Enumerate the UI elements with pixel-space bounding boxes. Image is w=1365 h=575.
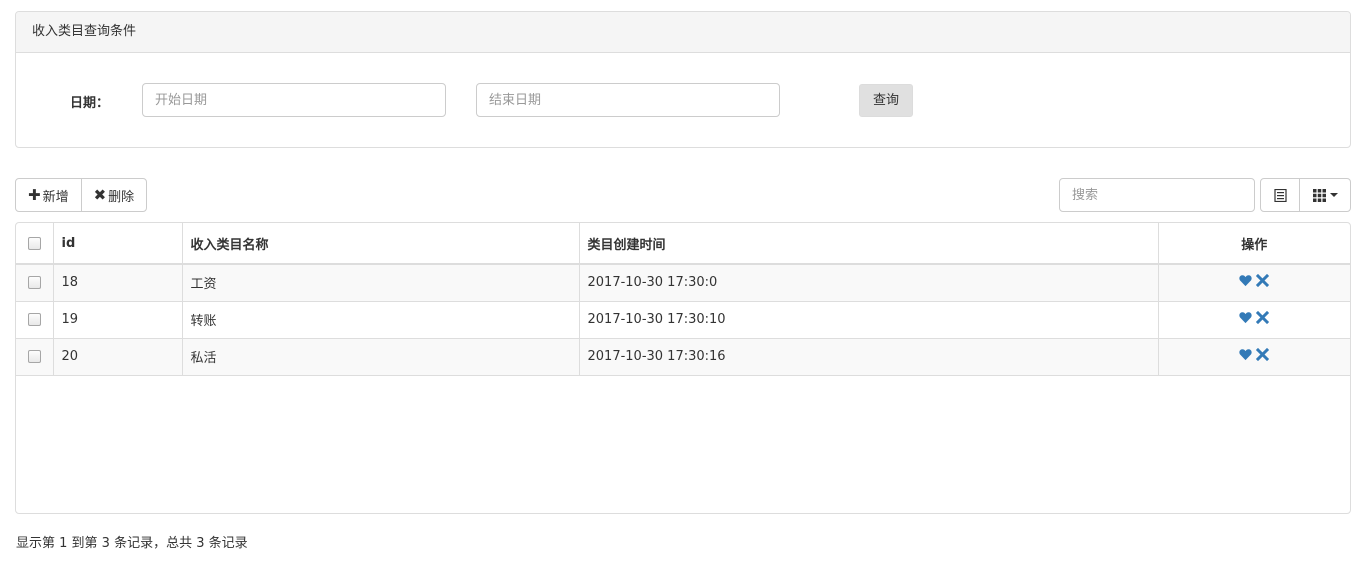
header-operations: 操作 — [1157, 223, 1350, 265]
x-icon[interactable] — [1256, 274, 1270, 288]
row-checkbox[interactable] — [27, 350, 41, 363]
grid-icon — [1312, 188, 1326, 202]
x-icon[interactable] — [1256, 348, 1270, 361]
cell-id: 19 — [52, 300, 182, 338]
add-button[interactable]: ✚ 新增 — [15, 178, 82, 212]
delete-button[interactable]: ✖ 删除 — [80, 178, 148, 212]
cell-id: 18 — [52, 264, 182, 301]
plus-icon: ✚ — [28, 186, 41, 204]
table-toolbar: ✚ 新增 ✖ 删除 — [15, 178, 148, 212]
heart-icon[interactable] — [1239, 348, 1252, 361]
view-controls — [1260, 178, 1351, 212]
query-button[interactable]: 查询 — [859, 84, 913, 117]
row-actions — [1239, 311, 1270, 324]
pagination-info: 显示第 1 到第 3 条记录，总共 3 条记录 — [16, 536, 248, 551]
header-name[interactable]: 收入类目名称 — [181, 223, 579, 265]
cell-created-time: 2017-10-30 17:30:0 — [578, 264, 1158, 301]
row-checkbox[interactable] — [27, 313, 41, 326]
row-checkbox[interactable] — [27, 276, 41, 290]
columns-dropdown-button[interactable] — [1299, 178, 1351, 212]
select-all-checkbox[interactable] — [27, 236, 41, 250]
search-input[interactable] — [1059, 178, 1255, 212]
end-date-input[interactable] — [476, 83, 780, 117]
x-icon[interactable] — [1256, 311, 1270, 324]
chevron-down-icon — [1329, 193, 1338, 197]
table-row[interactable]: 19 转账 2017-10-30 17:30:10 — [16, 300, 1350, 338]
delete-button-label: 删除 — [108, 189, 135, 205]
row-actions — [1239, 348, 1270, 361]
table-header-row: id 收入类目名称 类目创建时间 操作 — [16, 223, 1350, 265]
header-id[interactable]: id — [52, 223, 182, 265]
cell-name: 私活 — [181, 337, 579, 376]
list-view-icon — [1273, 188, 1287, 202]
toggle-view-button[interactable] — [1260, 178, 1300, 212]
table-row[interactable]: 18 工资 2017-10-30 17:30:0 — [16, 264, 1350, 301]
heart-icon[interactable] — [1239, 274, 1252, 287]
cell-id: 20 — [52, 337, 182, 376]
header-select-all[interactable] — [16, 223, 53, 265]
remove-icon: ✖ — [93, 186, 107, 204]
date-label: 日期： — [70, 96, 110, 111]
table-row[interactable]: 20 私活 2017-10-30 17:30:16 — [16, 337, 1350, 376]
query-panel: 收入类目查询条件 日期： 查询 — [15, 11, 1351, 148]
cell-created-time: 2017-10-30 17:30:16 — [578, 337, 1158, 376]
start-date-input[interactable] — [142, 83, 446, 117]
panel-title: 收入类目查询条件 — [16, 12, 1350, 53]
cell-name: 工资 — [181, 264, 579, 301]
cell-created-time: 2017-10-30 17:30:10 — [578, 300, 1158, 338]
row-actions — [1239, 274, 1270, 288]
heart-icon[interactable] — [1239, 311, 1252, 324]
cell-name: 转账 — [181, 300, 579, 338]
add-button-label: 新增 — [42, 189, 69, 205]
data-table: id 收入类目名称 类目创建时间 操作 18 工资 2017-10-30 17:… — [15, 222, 1351, 514]
header-created-time[interactable]: 类目创建时间 — [578, 223, 1158, 265]
